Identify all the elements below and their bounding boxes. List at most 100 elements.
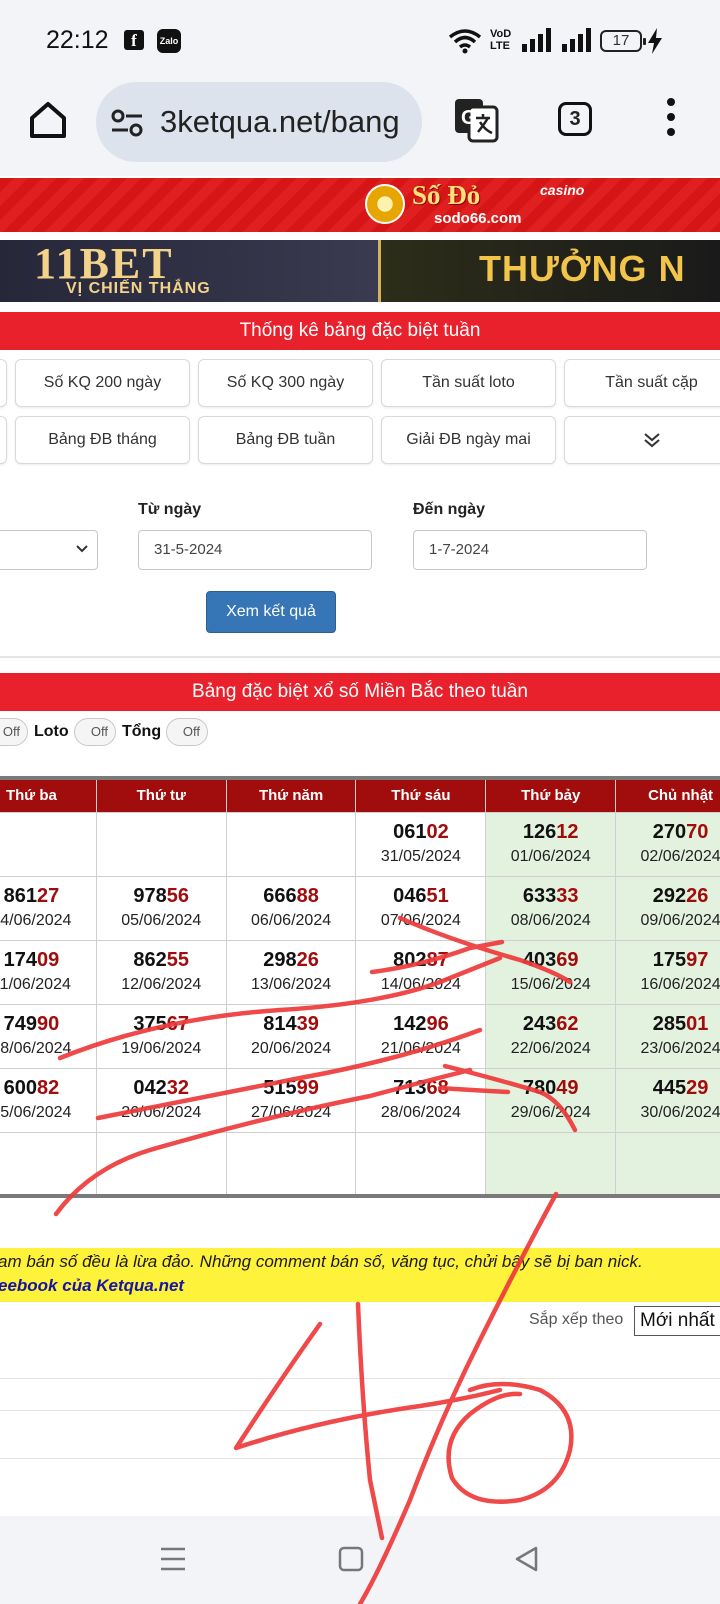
result-tail: 33 <box>556 885 579 907</box>
result-head: 375 <box>133 1013 167 1035</box>
from-date-label: Từ ngày <box>138 501 202 518</box>
result-head: 061 <box>393 821 427 843</box>
nav-expand-button[interactable] <box>564 416 720 464</box>
result-date: 14/06/2024 <box>380 976 461 993</box>
result-date: 12/06/2024 <box>121 976 202 993</box>
result-head: 713 <box>393 1077 427 1099</box>
nav-btn-partial-2[interactable] <box>0 416 7 464</box>
result-head: 862 <box>133 949 167 971</box>
nav-btn-giai-db-ngay-mai[interactable]: Giải ĐB ngày mai <box>381 416 556 464</box>
sort-label: Sắp xếp theo <box>529 1311 624 1328</box>
table-section-header: Bảng đặc biệt xổ số Miền Bắc theo tuần <box>0 673 720 711</box>
banner-bet-sub: VỊ CHIẾN THẮNG <box>66 280 211 297</box>
overflow-menu-icon[interactable] <box>664 98 678 144</box>
toggle-partial[interactable]: Off <box>0 718 28 746</box>
result-tail: 88 <box>296 885 319 907</box>
submit-button[interactable]: Xem kết quả <box>206 591 336 633</box>
table-row: 06102 31/05/2024 12612 01/06/2024 27070 02/06… <box>0 811 720 877</box>
ad-banner-sodo[interactable]: Số Đỏ casino sodo66.com <box>0 178 720 232</box>
table-row: 60082 25/06/2024 04232 26/06/2024 51599 27/06… <box>0 1067 720 1133</box>
result-date: 23/06/2024 <box>640 1040 720 1057</box>
nav-btn-kq-300[interactable]: Số KQ 300 ngày <box>198 359 373 407</box>
to-date-input[interactable]: 1-7-2024 <box>413 530 647 570</box>
result-number: 29826 <box>227 947 356 973</box>
result-head: 142 <box>393 1013 427 1035</box>
result-cell: 86127 04/06/2024 <box>0 875 97 941</box>
result-cell: 80287 14/06/2024 <box>355 939 487 1005</box>
notice-line-1: am bán số đều là lừa đảo. Những comment … <box>0 1252 643 1271</box>
result-cell: 04651 07/06/2024 <box>355 875 487 941</box>
result-tail: 09 <box>36 949 60 971</box>
result-number: 04232 <box>97 1075 226 1101</box>
result-date: 04/06/2024 <box>0 912 72 929</box>
result-head: 046 <box>393 885 427 907</box>
result-tail: 97 <box>686 949 709 971</box>
result-cell: 44529 30/06/2024 <box>615 1067 720 1133</box>
result-head: 292 <box>652 885 687 907</box>
svg-text:G: G <box>461 107 477 129</box>
translate-icon[interactable]: G <box>452 96 500 144</box>
stats-section-header: Thống kê bảng đặc biệt tuần <box>0 312 720 350</box>
home-icon[interactable] <box>26 98 70 142</box>
result-cell: 28501 23/06/2024 <box>615 1003 720 1069</box>
result-tail: 26 <box>686 885 709 907</box>
table-row: 86127 04/06/2024 97856 05/06/2024 66688 06/06… <box>0 875 720 941</box>
site-settings-icon[interactable] <box>110 108 144 138</box>
result-head: 174 <box>3 949 37 971</box>
sort-select[interactable]: Mới nhất <box>634 1306 720 1336</box>
result-cell <box>95 1131 227 1197</box>
column-header: Thứ ba <box>0 777 97 813</box>
ad-banner-11bet[interactable]: 11BET VỊ CHIẾN THẮNG THƯỞNG N <box>0 240 720 302</box>
nav-btn-db-thang[interactable]: Bảng ĐB tháng <box>15 416 190 464</box>
notice-facebook-link[interactable]: eebook của Ketqua.net <box>0 1276 184 1296</box>
table-header-row: Thứ ba Thứ tư Thứ năm Thứ sáu Thứ bảy Chủ nhậ… <box>0 777 720 813</box>
result-head: 298 <box>263 949 297 971</box>
result-cell: 66688 06/06/2024 <box>225 875 357 941</box>
nav-btn-db-tuan[interactable]: Bảng ĐB tuần <box>198 416 373 464</box>
result-tail: 99 <box>296 1077 319 1099</box>
results-table-container: Thứ ba Thứ tư Thứ năm Thứ sáu Thứ bảy Chủ nhậ… <box>0 776 720 1198</box>
result-head: 780 <box>522 1077 557 1099</box>
result-date: 20/06/2024 <box>251 1040 332 1057</box>
tab-switcher-button[interactable]: 3 <box>558 102 592 136</box>
status-bar: 22:12 f Zalo VoD LTE 17 <box>0 0 720 80</box>
url-text[interactable]: 3ketqua.net/bang <box>160 104 412 140</box>
result-cell: 29226 09/06/2024 <box>615 875 720 941</box>
signal-icon <box>522 28 551 52</box>
column-header: Thứ năm <box>225 777 357 813</box>
result-cell <box>0 811 97 877</box>
result-head: 403 <box>522 949 557 971</box>
result-date: 06/06/2024 <box>251 912 332 929</box>
toggle-loto[interactable]: Off <box>74 718 116 746</box>
toggle-tong-label: Tổng <box>122 723 162 740</box>
result-date: 01/06/2024 <box>510 848 591 865</box>
result-number: 40369 <box>486 947 615 973</box>
result-cell: 63333 08/06/2024 <box>485 875 617 941</box>
result-date: 08/06/2024 <box>510 912 591 929</box>
banner-brand: Số Đỏ <box>412 180 481 210</box>
nav-btn-tan-suat-loto[interactable]: Tần suất loto <box>381 359 556 407</box>
results-table: Thứ ba Thứ tư Thứ năm Thứ sáu Thứ bảy Chủ nhậ… <box>0 776 720 1198</box>
result-cell: 97856 05/06/2024 <box>95 875 227 941</box>
recent-apps-icon[interactable] <box>160 1546 186 1572</box>
wifi-icon <box>448 29 482 54</box>
result-number: 17409 <box>0 947 96 973</box>
nav-btn-partial-1[interactable] <box>0 359 7 407</box>
result-number: 86127 <box>0 883 96 909</box>
toggle-tong[interactable]: Off <box>166 718 208 746</box>
address-bar[interactable]: 3ketqua.net/bang <box>96 82 422 162</box>
region-select[interactable] <box>0 530 98 570</box>
from-date-input[interactable]: 31-5-2024 <box>138 530 372 570</box>
back-icon[interactable] <box>514 1546 540 1572</box>
browser-toolbar: 3ketqua.net/bang G 3 <box>0 80 720 176</box>
result-date: 19/06/2024 <box>121 1040 202 1057</box>
result-cell: 12612 01/06/2024 <box>485 811 617 877</box>
home-nav-icon[interactable] <box>338 1546 364 1572</box>
result-tail: 82 <box>36 1077 60 1099</box>
result-number: 74990 <box>0 1011 96 1037</box>
chevron-down-icon <box>76 545 88 553</box>
nav-btn-kq-200[interactable]: Số KQ 200 ngày <box>15 359 190 407</box>
nav-btn-tan-suat-cap[interactable]: Tần suất cặp <box>564 359 720 407</box>
result-head: 285 <box>652 1013 687 1035</box>
result-number: 63333 <box>486 883 615 909</box>
